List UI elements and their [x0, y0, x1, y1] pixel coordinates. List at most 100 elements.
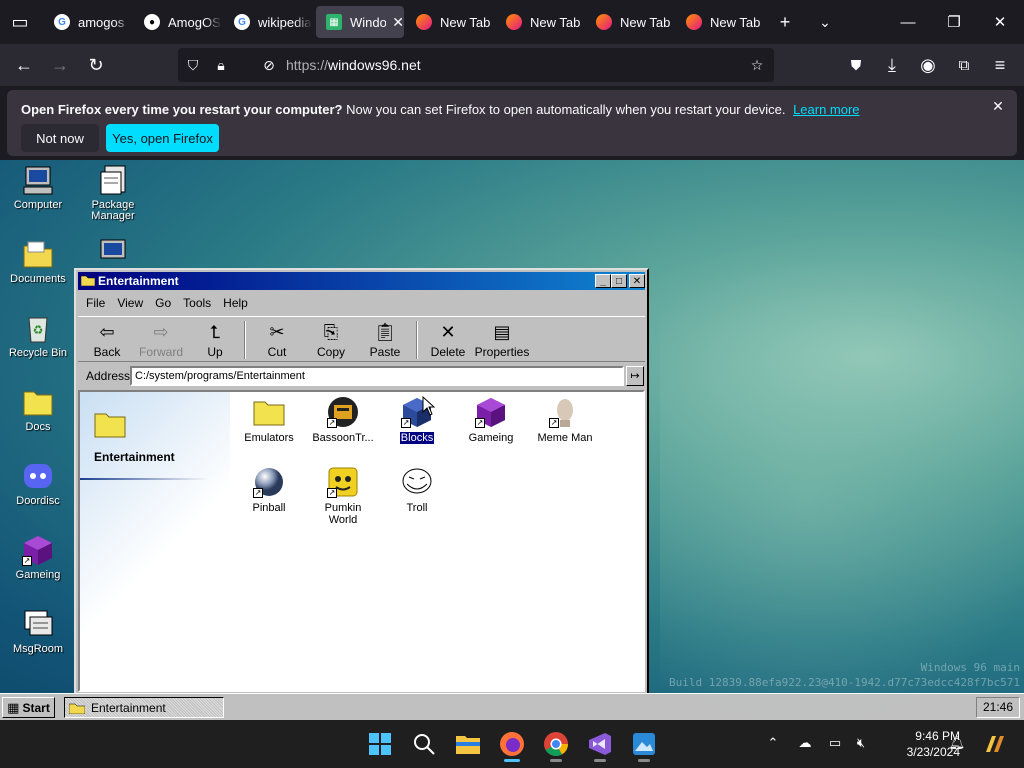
explorer-content[interactable]: Entertainment Emulators ↗ BassoonTr... ↗…	[78, 390, 645, 692]
os-visual-studio-button[interactable]	[584, 728, 616, 762]
yes-open-firefox-button[interactable]: Yes, open Firefox	[106, 124, 219, 152]
desktop-icon-package-manager[interactable]: Package Manager	[75, 164, 151, 222]
explorer-side-panel: Entertainment	[80, 392, 230, 690]
new-tab-button[interactable]: +	[771, 8, 799, 36]
browser-tab[interactable]: G wikipedia	[224, 6, 312, 38]
show-hidden-icons-button[interactable]: ⌃	[764, 734, 782, 752]
os-search-button[interactable]	[408, 728, 440, 760]
file-gameing[interactable]: ↗ Gameing	[454, 396, 528, 444]
learn-more-link[interactable]: Learn more	[793, 102, 859, 117]
close-notification-icon[interactable]: ✕	[989, 98, 1007, 116]
account-button[interactable]: ◉	[914, 51, 942, 79]
package-icon	[97, 164, 129, 196]
folder-icon	[81, 275, 95, 286]
forward-tool-button[interactable]: ⇨ Forward	[134, 321, 188, 359]
pocket-button[interactable]: ⛊	[842, 51, 870, 79]
close-window-button[interactable]: ✕	[980, 6, 1020, 38]
close-button[interactable]: ✕	[629, 274, 645, 288]
notification-bell-icon[interactable]: 🔔︎	[948, 734, 966, 752]
url-bar[interactable]: ⛉ 🔒︎ ⊘ https://windows96.net ☆	[178, 48, 774, 82]
browser-tab[interactable]: New Tab	[676, 6, 764, 38]
desktop-icon-computer[interactable]: Computer	[0, 164, 76, 211]
browser-tab[interactable]: ● AmogOS	[134, 6, 222, 38]
firefox-view-button[interactable]: ▭	[6, 8, 34, 36]
taskbar-item-label: Entertainment	[91, 700, 166, 715]
cut-tool-button[interactable]: ✂ Cut	[250, 321, 304, 359]
minimize-window-button[interactable]: —	[888, 6, 928, 38]
desktop-icon-recycle-bin[interactable]: ♻ Recycle Bin	[0, 312, 76, 359]
start-button[interactable]: ▦ Start	[2, 697, 55, 718]
explorer-window[interactable]: Entertainment _ □ ✕ File View Go Tools H…	[74, 268, 649, 696]
file-meme-man[interactable]: ↗ Meme Man	[528, 396, 602, 444]
shield-icon[interactable]: ⛉	[184, 56, 202, 74]
arrow-right-icon: →	[51, 54, 69, 75]
not-now-button[interactable]: Not now	[21, 124, 99, 152]
file-blocks[interactable]: ↗ Blocks	[380, 396, 454, 445]
reload-button[interactable]: ↻	[82, 51, 110, 79]
address-input[interactable]: C:/system/programs/Entertainment	[130, 366, 624, 386]
onedrive-icon[interactable]: ☁	[796, 734, 814, 752]
file-troll[interactable]: Troll	[380, 466, 454, 514]
windows96-icon: ▦	[326, 14, 342, 30]
desktop-icon-msgroom[interactable]: MsgRoom	[0, 608, 76, 655]
desktop-icon-gameing[interactable]: ↗ Gameing	[0, 534, 76, 581]
paste-tool-button[interactable]: 📋︎ Paste	[358, 321, 412, 359]
menu-go[interactable]: Go	[149, 294, 177, 314]
browser-tab[interactable]: New Tab	[496, 6, 584, 38]
volume-muted-icon[interactable]: 🔇︎	[852, 734, 870, 752]
up-tool-button[interactable]: ⮤ Up	[188, 321, 242, 359]
menu-view[interactable]: View	[111, 294, 149, 314]
taskbar-window-entertainment[interactable]: Entertainment	[64, 697, 224, 718]
app-menu-button[interactable]: ≡	[986, 51, 1014, 79]
extensions-button[interactable]: ⧉	[950, 51, 978, 79]
browser-tab[interactable]: New Tab	[406, 6, 494, 38]
build-watermark-line2: Build 12839.88efa922.23@410-1942.d77c73e…	[669, 676, 1020, 689]
bookmark-star-icon[interactable]: ☆	[748, 56, 766, 74]
file-bassoontracker[interactable]: ↗ BassoonTr...	[306, 396, 380, 444]
close-tab-icon[interactable]: ✕	[392, 14, 404, 31]
go-button[interactable]: ↦	[626, 366, 644, 386]
desktop-icon-doordisc[interactable]: Doordisc	[0, 460, 76, 507]
display-icon[interactable]: ▭	[826, 734, 844, 752]
delete-tool-button[interactable]: ✕ Delete	[421, 321, 475, 359]
properties-tool-button[interactable]: ▤ Properties	[472, 321, 532, 359]
browser-tab[interactable]: G amogos	[44, 6, 132, 38]
msgroom-icon	[22, 608, 54, 640]
copy-tool-button[interactable]: ⎘ Copy	[304, 321, 358, 359]
back-tool-button[interactable]: ⇦ Back	[80, 321, 134, 359]
browser-tab[interactable]: New Tab	[586, 6, 674, 38]
downloads-button[interactable]: ⤓	[878, 51, 906, 79]
desktop-icon-documents[interactable]: Documents	[0, 238, 76, 285]
os-photos-button[interactable]	[628, 728, 660, 762]
file-pumkin-world[interactable]: ↗ Pumkin World	[306, 466, 380, 526]
file-emulators[interactable]: Emulators	[232, 396, 306, 444]
copilot-button[interactable]	[978, 728, 1010, 760]
forward-button[interactable]: →	[46, 51, 74, 79]
menu-file[interactable]: File	[80, 294, 111, 314]
explorer-title-bar[interactable]: Entertainment _ □ ✕	[78, 272, 645, 290]
lock-icon[interactable]: 🔒︎	[212, 56, 230, 74]
search-icon	[414, 734, 435, 755]
url-text[interactable]: https://windows96.net	[286, 57, 421, 73]
menu-help[interactable]: Help	[217, 294, 254, 314]
tool-label: Delete	[430, 345, 466, 359]
browser-tab-active[interactable]: ▦ Windo ✕	[316, 6, 404, 38]
windows-logo-icon	[369, 733, 391, 755]
os-firefox-button[interactable]	[496, 728, 528, 762]
list-all-tabs-button[interactable]: ⌄	[811, 8, 839, 36]
os-start-button[interactable]	[364, 728, 396, 760]
permissions-icon[interactable]: ⊘	[260, 56, 278, 74]
os-file-explorer-button[interactable]	[452, 728, 484, 760]
shortcut-arrow-icon: ↗	[401, 418, 411, 428]
back-button[interactable]: ←	[10, 51, 38, 79]
maximize-button[interactable]: □	[611, 274, 627, 288]
w96-clock[interactable]: 21:46	[976, 697, 1020, 718]
desktop-icon-docs[interactable]: Docs	[0, 386, 76, 433]
minimize-button[interactable]: _	[595, 274, 611, 288]
pumpkin-icon: ↗	[327, 466, 359, 498]
os-chrome-button[interactable]	[540, 728, 572, 762]
restore-window-button[interactable]: ❐	[934, 6, 974, 38]
file-pinball[interactable]: ↗ Pinball	[232, 466, 306, 514]
menu-tools[interactable]: Tools	[177, 294, 217, 314]
windows96-desktop[interactable]: Computer Package Manager Documents ♻ Rec…	[0, 160, 1024, 720]
